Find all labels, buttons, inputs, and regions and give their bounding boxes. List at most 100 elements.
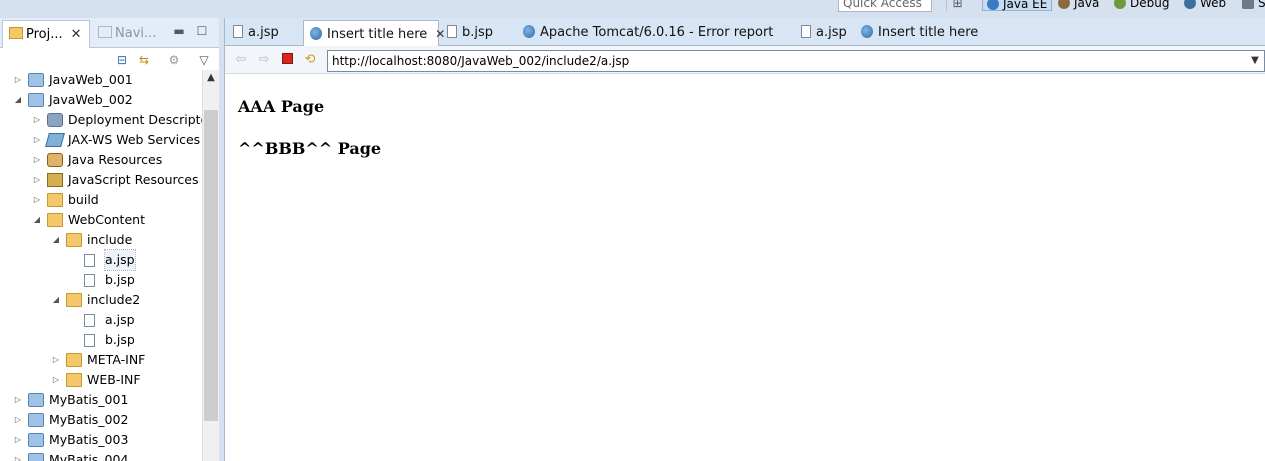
editor-tabs: a.jsp Insert title here ✕ b.jsp Apache To… [225,18,1265,46]
java-icon [1058,0,1070,9]
tree-item-label: WebContent [68,212,145,227]
perspective-debug[interactable]: Debug [1114,0,1169,11]
tree-item-label: Java Resources [68,152,163,167]
tab-insert-title-here[interactable]: Insert title here ✕ [303,20,445,46]
project-explorer-icon [9,27,23,39]
quick-access-input[interactable]: Quick Access [838,0,932,12]
tab-insert-title-here-2[interactable]: Insert title here [855,20,995,46]
tree-item[interactable]: a.jsp [0,249,202,271]
globe-icon [310,27,322,40]
tree-item[interactable]: ▷ JavaScript Resources [0,170,202,190]
perspective-s[interactable]: S [1242,0,1265,11]
expanded-twisty-icon[interactable]: ◢ [13,90,23,110]
collapse-all-icon[interactable]: ⊟ [114,52,130,68]
tree-item[interactable]: ◢ WebContent [0,210,202,230]
tree-item-label: JavaWeb_001 [49,72,133,87]
perspective-java[interactable]: Java [1058,0,1099,11]
tree-scrollbar[interactable]: ▲ [202,70,219,461]
url-input[interactable]: http://localhost:8080/JavaWeb_002/includ… [327,50,1265,72]
collapsed-twisty-icon[interactable]: ▷ [51,350,61,370]
jsp-file-icon [84,334,95,347]
tree-item[interactable]: ◢ include2 [0,290,202,310]
stop-icon[interactable] [279,52,295,68]
web-icon [1184,0,1196,9]
tree-item-label: build [68,192,99,207]
tree-item[interactable]: ▷ WEB-INF [0,370,202,390]
collapsed-twisty-icon[interactable]: ▷ [32,130,42,150]
collapsed-twisty-icon[interactable]: ▷ [51,370,61,390]
collapsed-twisty-icon[interactable]: ▷ [32,190,42,210]
maximize-button[interactable]: ☐ [195,24,209,38]
tree-item-label: a.jsp [105,312,135,327]
project-icon [28,453,44,461]
tree-item[interactable]: ▷ build [0,190,202,210]
tab-project-explorer[interactable]: Proj... ✕ [2,20,90,48]
collapsed-twisty-icon[interactable]: ▷ [32,110,42,130]
explorer-toolbar: ⊟ ⇆ ⚙ ▽ [0,48,219,72]
tree-item-label: JavaWeb_002 [49,92,133,107]
perspective-java-ee[interactable]: Java EE [982,0,1053,11]
tree-item-label: include [87,232,133,247]
tab-b-jsp[interactable]: b.jsp [441,20,517,46]
scroll-up-icon[interactable]: ▲ [203,70,219,86]
filter-icon[interactable]: ⚙ [166,52,182,68]
open-perspective-button[interactable]: ⊞ [946,0,968,11]
tree-item[interactable]: ▷ Deployment Descriptor [0,110,202,130]
view-menu-icon[interactable]: ▽ [196,52,212,68]
expanded-twisty-icon[interactable]: ◢ [51,290,61,310]
tree-item[interactable]: a.jsp [0,310,202,330]
jsp-file-icon [447,25,457,38]
link-with-editor-icon[interactable]: ⇆ [136,52,152,68]
web-services-icon [45,133,65,147]
tree-item[interactable]: ▷ META-INF [0,350,202,370]
folder-icon [66,353,82,367]
tree-item-label: WEB-INF [87,372,141,387]
jsp-file-icon [84,274,95,287]
left-panel-tabs: Proj... ✕ Navi... ▬ ☐ [0,18,219,48]
tab-navigator[interactable]: Navi... [92,20,164,48]
java-ee-icon [987,0,999,10]
close-icon[interactable]: ✕ [71,27,82,42]
collapsed-twisty-icon[interactable]: ▷ [13,70,23,90]
scroll-thumb[interactable] [204,110,218,421]
perspective-web[interactable]: Web [1184,0,1226,11]
tab-a-jsp[interactable]: a.jsp [227,20,301,46]
perspective-bar: Quick Access ⊞ Java EE Java Debug Web S [0,0,1265,18]
page-heading-aaa: AAA Page [238,97,325,116]
tree-item[interactable]: ▷ MyBatis_001 [0,390,202,410]
browser-content: AAA Page ^^BBB^^ Page [225,75,1265,461]
tree-item-label: JavaScript Resources [68,172,199,187]
collapsed-twisty-icon[interactable]: ▷ [13,450,23,461]
tree-item[interactable]: b.jsp [0,330,202,350]
project-icon [28,393,44,407]
folder-icon [47,213,63,227]
collapsed-twisty-icon[interactable]: ▷ [32,170,42,190]
tree-item[interactable]: ◢ JavaWeb_002 [0,90,202,110]
tree-item[interactable]: ▷ Java Resources [0,150,202,170]
project-icon [28,433,44,447]
expanded-twisty-icon[interactable]: ◢ [32,210,42,230]
navigator-icon [98,26,112,38]
back-icon[interactable]: ⇦ [233,52,249,68]
expanded-twisty-icon[interactable]: ◢ [51,230,61,250]
collapsed-twisty-icon[interactable]: ▷ [32,150,42,170]
project-icon [28,73,44,87]
refresh-icon[interactable]: ⟲ [302,52,318,68]
collapsed-twisty-icon[interactable]: ▷ [13,390,23,410]
collapsed-twisty-icon[interactable]: ▷ [13,430,23,450]
tree-item[interactable]: ▷ MyBatis_003 [0,430,202,450]
tree-item[interactable]: ▷ JavaWeb_001 [0,70,202,90]
forward-icon[interactable]: ⇨ [256,52,272,68]
tree-item[interactable]: ▷ JAX-WS Web Services [0,130,202,150]
chevron-down-icon[interactable]: ▼ [1248,51,1262,71]
tree-item[interactable]: ▷ MyBatis_002 [0,410,202,430]
tab-tomcat-error-report[interactable]: Apache Tomcat/6.0.16 - Error report [517,20,793,46]
minimize-button[interactable]: ▬ [172,24,186,38]
tree-item[interactable]: b.jsp [0,270,202,290]
tree-item[interactable]: ▷ MyBatis_004 [0,450,202,461]
tree-item-label: MyBatis_003 [49,432,129,447]
tree-item-label: MyBatis_001 [49,392,129,407]
collapsed-twisty-icon[interactable]: ▷ [13,410,23,430]
tree-item[interactable]: ◢ include [0,230,202,250]
tree-item-label: Deployment Descriptor [68,112,202,127]
